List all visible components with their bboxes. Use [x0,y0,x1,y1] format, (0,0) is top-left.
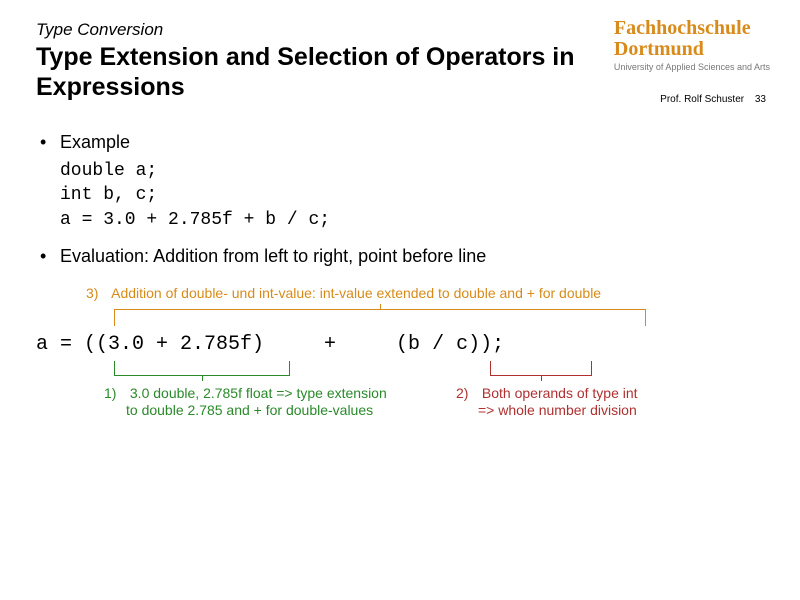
annotation-2: 2) Both operands of type int => whole nu… [456,385,638,420]
slide-pretitle: Type Conversion [36,20,764,40]
bullet-example: Example double a; int b, c; a = 3.0 + 2.… [36,132,764,232]
code-line-2: int b, c; [60,183,764,207]
slide-header: Type Conversion Type Extension and Selec… [36,20,764,102]
annotation-1-line2: to double 2.785 and + for double-values [126,402,373,418]
annotation-1-number: 1) [104,385,126,403]
bracket-left [114,361,290,376]
expression-line: a = ((3.0 + 2.785f) + (b / c)); [36,333,504,356]
bracket-right [490,361,592,376]
annotation-2-line1: Both operands of type int [482,385,638,401]
bracket-top [114,309,646,326]
bullet-example-label: Example [60,132,130,152]
annotation-3-number: 3) [86,285,108,301]
annotation-2-number: 2) [456,385,478,403]
code-line-3: a = 3.0 + 2.785f + b / c; [60,208,764,232]
annotation-2-line2: => whole number division [478,402,637,418]
bullet-evaluation-label: Evaluation: Addition from left to right,… [60,246,486,266]
annotation-3-text: Addition of double- und int-value: int-v… [111,285,601,301]
annotation-3: 3) Addition of double- und int-value: in… [86,285,601,301]
code-block: double a; int b, c; a = 3.0 + 2.785f + b… [60,159,764,232]
annotation-1-line1: 3.0 double, 2.785f float => type extensi… [130,385,387,401]
code-line-1: double a; [60,159,764,183]
annotation-1: 1) 3.0 double, 2.785f float => type exte… [104,385,387,420]
bullet-evaluation: Evaluation: Addition from left to right,… [36,246,764,267]
slide: Fachhochschule Dortmund University of Ap… [0,0,800,600]
annotation-diagram: 3) Addition of double- und int-value: in… [36,285,764,505]
slide-title: Type Extension and Selection of Operator… [36,42,576,102]
slide-body: Example double a; int b, c; a = 3.0 + 2.… [36,132,764,267]
